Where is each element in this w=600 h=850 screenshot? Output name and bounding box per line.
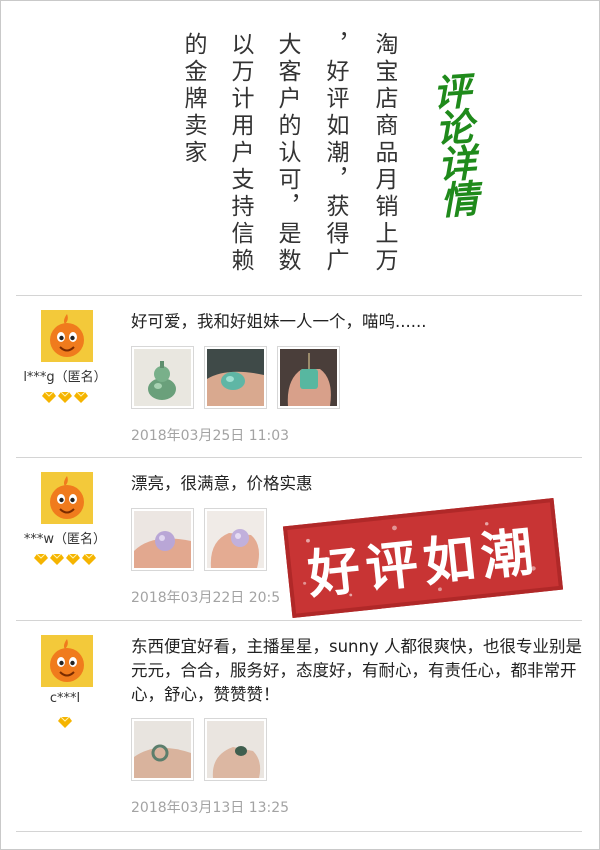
review-photo-thumbnail[interactable]	[277, 346, 340, 409]
review-item: l***g（匿名） 好可爱，我和好姐妹一人一个，喵呜...... 2018年03…	[0, 296, 600, 457]
review-photo-thumbnail[interactable]	[131, 346, 194, 409]
header-text-column-4: 以万计用户支持信赖	[227, 32, 253, 275]
username: ***w（匿名）	[23, 532, 107, 547]
review-photo-thumbnail[interactable]	[204, 718, 267, 781]
jade-in-hand-photo	[207, 349, 264, 406]
jade-bead-photo	[207, 511, 264, 568]
diamond-icon	[74, 392, 88, 403]
jade-bead-photo	[134, 511, 191, 568]
review-comment: 漂亮，很满意，价格实惠	[131, 474, 313, 493]
review-date: 2018年03月13日 13:25	[131, 800, 290, 816]
diamond-icon	[50, 554, 64, 565]
avatar[interactable]	[41, 635, 93, 687]
header-section: 淘宝店商品月销上万 ，好评如潮，获得广 大客户的认可，是数 以万计用户支持信赖 …	[0, 0, 600, 295]
diamond-icon	[58, 717, 72, 728]
user-level-gems	[0, 550, 130, 569]
avatar-mascot-icon	[41, 635, 93, 687]
review-photos	[131, 346, 340, 409]
header-text-column-1: 淘宝店商品月销上万	[371, 32, 397, 275]
header-text-column-3: 大客户的认可，是数	[274, 32, 300, 275]
diamond-icon	[82, 554, 96, 565]
review-photos	[131, 718, 267, 781]
avatar-mascot-icon	[41, 472, 93, 524]
header-text-column-2: ，好评如潮，获得广	[322, 32, 348, 275]
diamond-icon	[42, 392, 56, 403]
avatar-mascot-icon	[41, 310, 93, 362]
review-photo-thumbnail[interactable]	[131, 718, 194, 781]
review-photo-thumbnail[interactable]	[204, 346, 267, 409]
divider	[16, 831, 582, 832]
jade-ring-photo	[134, 721, 191, 778]
jade-ring-photo	[207, 721, 264, 778]
stamp-text: 好评如潮	[305, 521, 543, 606]
diamond-icon	[34, 554, 48, 565]
avatar[interactable]	[41, 310, 93, 362]
review-item: c***l 东西便宜好看，主播星星，sunny 人都很爽快，也很专业别是元元，合…	[0, 621, 600, 831]
user-level-gems	[0, 713, 130, 732]
review-comment: 好可爱，我和好姐妹一人一个，喵呜......	[131, 312, 427, 331]
username: c***l	[49, 691, 81, 706]
user-level-gems	[0, 388, 130, 407]
jade-pendant-photo	[280, 349, 337, 406]
brush-title: 评论详情	[425, 70, 480, 218]
username: l***g（匿名）	[23, 370, 107, 385]
jade-gourd-photo	[134, 349, 191, 406]
review-comment: 东西便宜好看，主播星星，sunny 人都很爽快，也很专业别是元元，合合，服务好，…	[131, 637, 582, 704]
review-photos	[131, 508, 267, 571]
review-photo-thumbnail[interactable]	[204, 508, 267, 571]
header-text-column-5: 的金牌卖家	[180, 32, 206, 167]
diamond-icon	[66, 554, 80, 565]
review-photo-thumbnail[interactable]	[131, 508, 194, 571]
avatar[interactable]	[41, 472, 93, 524]
review-date: 2018年03月22日 20:5	[131, 590, 281, 606]
review-date: 2018年03月25日 11:03	[131, 428, 290, 444]
diamond-icon	[58, 392, 72, 403]
